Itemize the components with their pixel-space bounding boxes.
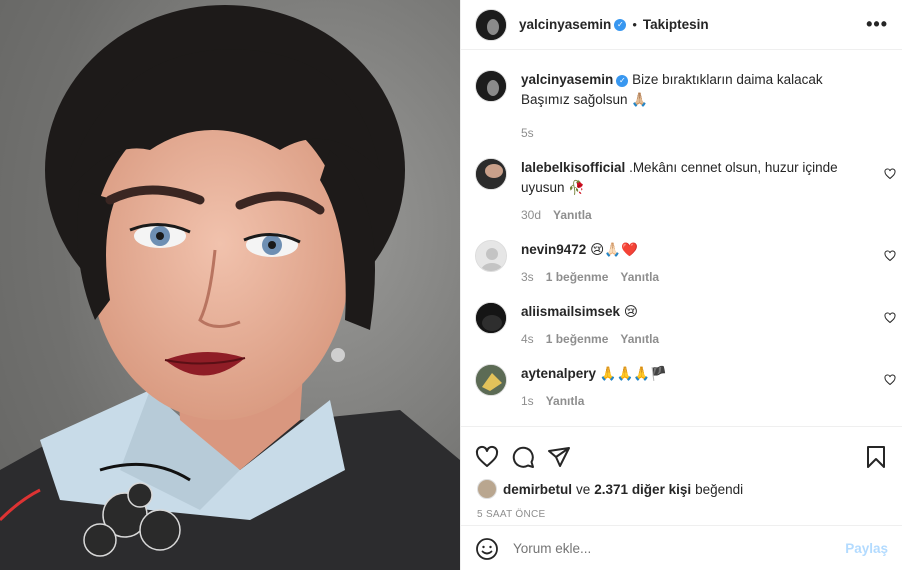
post-side-panel: yalcinyasemin ✓ • Takiptesin ••• yalciny… bbox=[460, 0, 902, 570]
post-timestamp[interactable]: 5 SAAT ÖNCE bbox=[461, 499, 902, 520]
comment-input[interactable] bbox=[513, 541, 846, 556]
more-options-icon[interactable]: ••• bbox=[866, 14, 888, 35]
comment-avatar[interactable] bbox=[475, 240, 507, 272]
comment-username[interactable]: nevin9472 bbox=[521, 242, 586, 257]
liker-username[interactable]: demirbetul bbox=[503, 482, 572, 497]
comment-likes[interactable]: 1 beğenme bbox=[546, 332, 609, 346]
post-header: yalcinyasemin ✓ • Takiptesin ••• bbox=[461, 0, 902, 50]
comment-likes[interactable]: 1 beğenme bbox=[546, 270, 609, 284]
follow-status-button[interactable]: Takiptesin bbox=[643, 17, 709, 32]
like-comment-icon[interactable] bbox=[884, 168, 896, 180]
save-bookmark-icon[interactable] bbox=[864, 445, 888, 469]
post-image[interactable] bbox=[0, 0, 460, 570]
reply-button[interactable]: Yanıtla bbox=[620, 332, 659, 346]
reply-button[interactable]: Yanıtla bbox=[553, 208, 592, 222]
comment-item: lalebelkisofficial .Mekânı cennet olsun,… bbox=[461, 158, 902, 222]
like-comment-icon[interactable] bbox=[884, 250, 896, 262]
like-heart-icon[interactable] bbox=[475, 445, 499, 469]
comment-text: 😢 bbox=[623, 304, 638, 319]
action-icons-bar bbox=[461, 427, 902, 475]
verified-badge-icon: ✓ bbox=[614, 18, 627, 31]
author-avatar[interactable] bbox=[475, 8, 507, 41]
post-comment-button[interactable]: Paylaş bbox=[845, 541, 888, 556]
comment-time[interactable]: 1s bbox=[521, 394, 534, 408]
comment-avatar[interactable] bbox=[475, 364, 507, 396]
reply-button[interactable]: Yanıtla bbox=[620, 270, 659, 284]
comment-time[interactable]: 4s bbox=[521, 332, 534, 346]
comment-item: nevin9472 😢🙏🏻❤️ 3s 1 beğenme Yanıtla bbox=[461, 240, 902, 284]
comment-username[interactable]: aliismailsimsek bbox=[521, 304, 620, 319]
likes-suffix: beğendi bbox=[695, 481, 744, 497]
comment-bubble-icon[interactable] bbox=[511, 445, 535, 469]
reply-button[interactable]: Yanıtla bbox=[546, 394, 585, 408]
emoji-smile-icon[interactable] bbox=[475, 537, 499, 561]
comment-username[interactable]: lalebelkisofficial bbox=[521, 160, 625, 175]
post-actions-section: demirbetul ve 2.371 diğer kişi beğendi 5… bbox=[461, 426, 902, 570]
caption-avatar[interactable] bbox=[475, 70, 507, 102]
comments-list[interactable]: yalcinyasemin ✓ Bize bıraktıkların daima … bbox=[461, 51, 902, 426]
comment-time[interactable]: 30d bbox=[521, 208, 541, 222]
like-comment-icon[interactable] bbox=[884, 374, 896, 386]
comment-item: aytenalpery 🙏🙏🙏🏴 1s Yanıtla bbox=[461, 364, 902, 408]
likes-others-link[interactable]: 2.371 diğer kişi bbox=[594, 482, 691, 497]
caption-username[interactable]: yalcinyasemin bbox=[521, 72, 613, 87]
likes-summary: demirbetul ve 2.371 diğer kişi beğendi bbox=[461, 475, 902, 499]
caption-item: yalcinyasemin ✓ Bize bıraktıkların daima … bbox=[461, 70, 902, 140]
liker-avatar[interactable] bbox=[477, 479, 497, 499]
add-comment-bar: Paylaş bbox=[461, 525, 902, 570]
share-send-icon[interactable] bbox=[547, 445, 571, 469]
comment-time[interactable]: 3s bbox=[521, 270, 534, 284]
comment-text: 😢🙏🏻❤️ bbox=[590, 242, 638, 257]
like-comment-icon[interactable] bbox=[884, 312, 896, 324]
verified-badge-icon: ✓ bbox=[616, 75, 629, 87]
comment-username[interactable]: aytenalpery bbox=[521, 366, 596, 381]
comment-text: 🙏🙏🙏🏴 bbox=[599, 366, 668, 381]
comment-item: aliismailsimsek 😢 4s 1 beğenme Yanıtla bbox=[461, 302, 902, 346]
comment-avatar[interactable] bbox=[475, 302, 507, 334]
caption-line-2: Başımız sağolsun 🙏🏼 bbox=[521, 92, 649, 107]
caption-time[interactable]: 5s bbox=[521, 126, 534, 140]
caption-line-1: Bize bıraktıkların daima kalacak bbox=[632, 72, 823, 87]
likes-and: ve bbox=[576, 481, 591, 497]
comment-avatar[interactable] bbox=[475, 158, 507, 190]
header-separator: • bbox=[632, 17, 637, 32]
portrait-illustration bbox=[0, 0, 460, 570]
author-username[interactable]: yalcinyasemin bbox=[519, 17, 611, 32]
